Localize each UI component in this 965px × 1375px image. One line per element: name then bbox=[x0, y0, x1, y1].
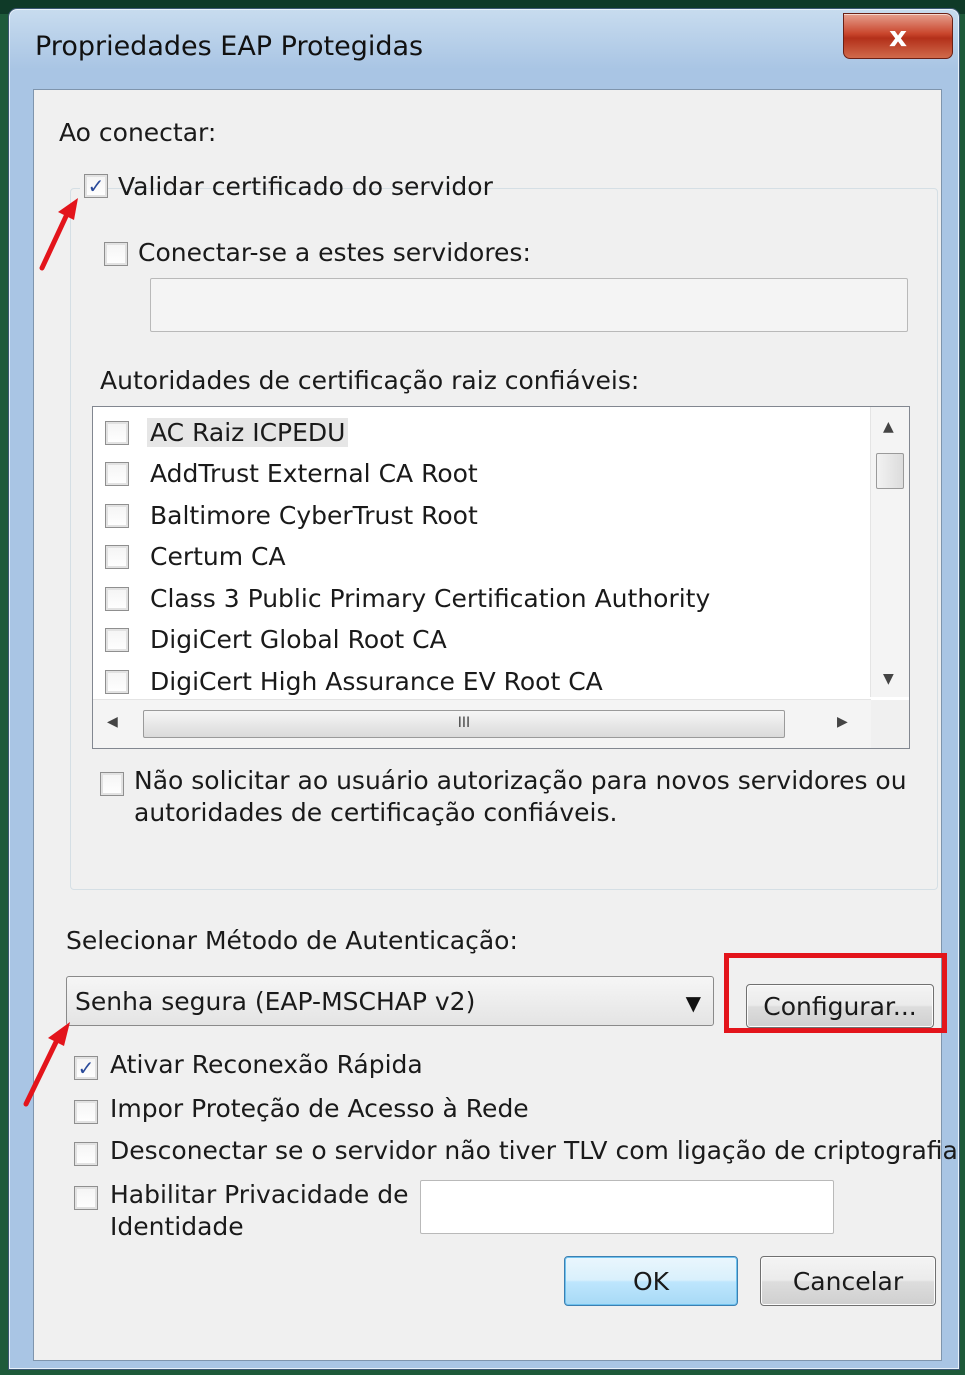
trusted-roots-label: Autoridades de certificação raiz confiáv… bbox=[100, 366, 640, 395]
scroll-right-icon[interactable]: ▶ bbox=[837, 714, 848, 730]
dialog-client-area: Ao conectar: ✓ Validar certificado do se… bbox=[33, 89, 958, 1361]
list-item-checkbox[interactable] bbox=[105, 628, 129, 652]
list-item[interactable]: DigiCert Global Root CA bbox=[93, 620, 863, 658]
tlv-checkbox[interactable] bbox=[74, 1142, 98, 1166]
scroll-down-icon[interactable]: ▼ bbox=[883, 671, 894, 687]
list-item-label: Baltimore CyberTrust Root bbox=[150, 501, 478, 530]
checkmark-icon: ✓ bbox=[87, 174, 105, 198]
window-title: Propriedades EAP Protegidas bbox=[35, 31, 424, 62]
identity-input[interactable] bbox=[420, 1180, 834, 1234]
connect-servers-checkbox[interactable] bbox=[104, 242, 128, 266]
servers-input[interactable] bbox=[150, 278, 908, 332]
list-item[interactable]: Class 3 Public Primary Certification Aut… bbox=[93, 579, 863, 617]
cancel-button[interactable]: Cancelar bbox=[760, 1256, 936, 1306]
dropdown-arrow-icon[interactable]: ▼ bbox=[686, 991, 701, 1015]
list-item-checkbox[interactable] bbox=[105, 670, 129, 694]
annotation-highlight-box bbox=[724, 953, 947, 1033]
annotation-arrow-icon bbox=[23, 1022, 70, 1107]
horizontal-scroll-thumb[interactable]: III bbox=[143, 710, 785, 738]
close-icon[interactable]: x bbox=[889, 20, 907, 53]
connect-servers-label: Conectar-se a estes servidores: bbox=[138, 238, 531, 267]
list-item-checkbox[interactable] bbox=[105, 421, 129, 445]
list-item-label: DigiCert Global Root CA bbox=[150, 625, 447, 654]
connect-heading: Ao conectar: bbox=[59, 118, 217, 147]
tlv-label: Desconectar se o servidor não tiver TLV … bbox=[110, 1136, 958, 1165]
list-item-checkbox[interactable] bbox=[105, 462, 129, 486]
list-item[interactable]: Baltimore CyberTrust Root bbox=[93, 496, 863, 534]
list-item-checkbox[interactable] bbox=[105, 545, 129, 569]
horizontal-scrollbar[interactable]: ◀ III ▶ bbox=[93, 699, 871, 748]
list-item-label: AddTrust External CA Root bbox=[150, 459, 478, 488]
nap-label: Impor Proteção de Acesso à Rede bbox=[110, 1094, 529, 1123]
checkmark-icon: ✓ bbox=[77, 1056, 95, 1080]
list-item-label: AC Raiz ICPEDU bbox=[147, 418, 349, 447]
identity-privacy-checkbox[interactable] bbox=[74, 1186, 98, 1210]
validate-cert-label: Validar certificado do servidor bbox=[118, 172, 493, 201]
list-item[interactable]: Certum CA bbox=[93, 537, 863, 575]
scroll-left-icon[interactable]: ◀ bbox=[107, 714, 118, 730]
list-item-checkbox[interactable] bbox=[105, 504, 129, 528]
auth-method-label: Selecionar Método de Autenticação: bbox=[66, 926, 518, 955]
vertical-scrollbar[interactable]: ▲ ▼ bbox=[870, 407, 909, 697]
validate-cert-checkbox[interactable]: ✓ bbox=[84, 174, 108, 198]
list-item-label: Class 3 Public Primary Certification Aut… bbox=[150, 584, 711, 613]
vertical-scroll-thumb[interactable] bbox=[876, 453, 904, 489]
list-item-checkbox[interactable] bbox=[105, 587, 129, 611]
annotation-arrow-icon bbox=[39, 198, 78, 271]
identity-privacy-label-line2: Identidade bbox=[110, 1212, 244, 1241]
fast-reconnect-label: Ativar Reconexão Rápida bbox=[110, 1050, 423, 1079]
auth-method-select[interactable]: Senha segura (EAP-MSCHAP v2) ▼ bbox=[66, 976, 714, 1026]
close-button[interactable]: x bbox=[843, 13, 953, 59]
scrollbar-corner bbox=[871, 700, 909, 748]
list-item[interactable]: AddTrust External CA Root bbox=[93, 454, 863, 492]
identity-privacy-label-line1: Habilitar Privacidade de bbox=[110, 1180, 409, 1209]
trusted-roots-list[interactable]: AC Raiz ICPEDU AddTrust External CA Root… bbox=[92, 406, 910, 749]
dialog-window: Propriedades EAP Protegidas x Ao conecta… bbox=[8, 8, 960, 1370]
scroll-up-icon[interactable]: ▲ bbox=[883, 419, 894, 435]
no-prompt-label-line2: autoridades de certificação confiáveis. bbox=[134, 798, 618, 827]
no-prompt-checkbox[interactable] bbox=[100, 772, 124, 796]
list-item-label: DigiCert High Assurance EV Root CA bbox=[150, 667, 603, 696]
scroll-grip-icon: III bbox=[457, 715, 471, 731]
list-item[interactable]: DigiCert High Assurance EV Root CA bbox=[93, 662, 863, 700]
auth-method-value: Senha segura (EAP-MSCHAP v2) bbox=[75, 987, 476, 1016]
list-item[interactable]: AC Raiz ICPEDU bbox=[93, 413, 863, 451]
no-prompt-label-line1: Não solicitar ao usuário autorização par… bbox=[134, 766, 907, 795]
ok-button[interactable]: OK bbox=[564, 1256, 738, 1306]
list-item-label: Certum CA bbox=[150, 542, 286, 571]
